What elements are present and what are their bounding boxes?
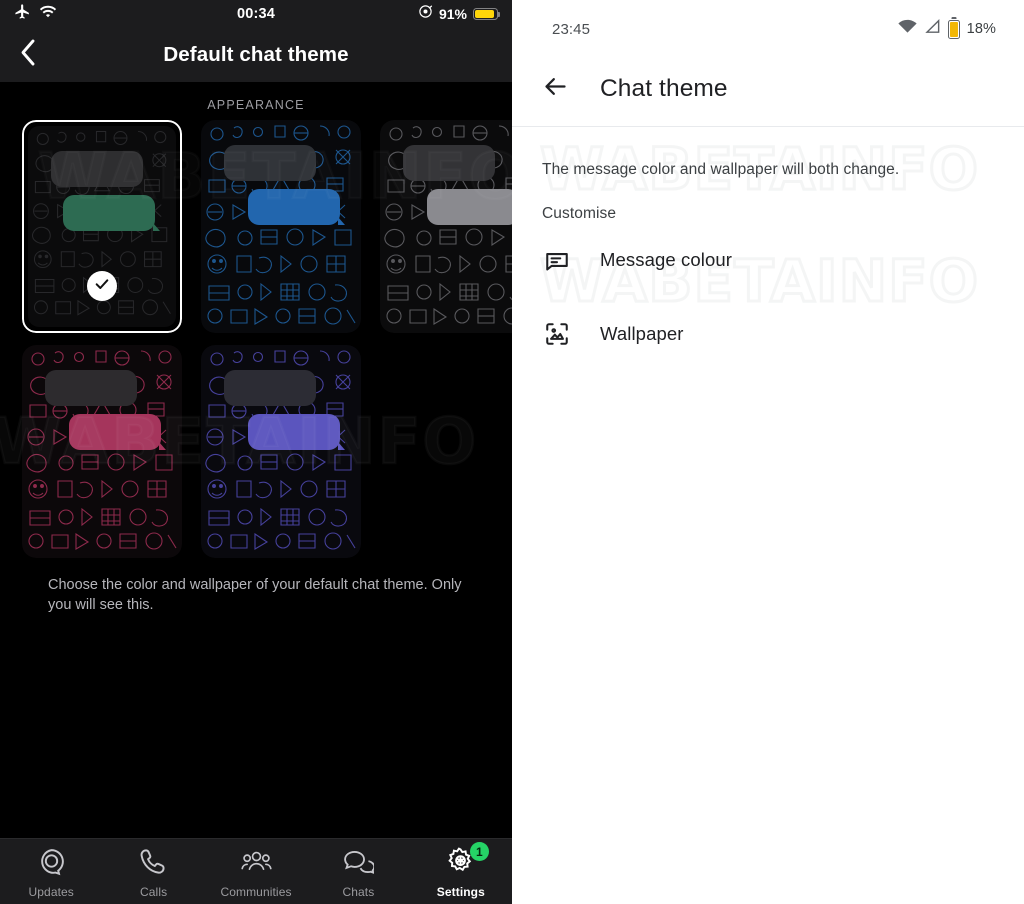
android-clock: 23:45 (552, 21, 590, 38)
theme-card-purple[interactable] (201, 345, 361, 558)
outgoing-bubble (427, 189, 512, 225)
arrow-left-icon (542, 73, 569, 105)
android-status-bar: 23:45 18% (512, 0, 1024, 58)
wallpaper-icon (542, 319, 572, 349)
phone-icon (138, 846, 169, 882)
communities-icon (240, 846, 273, 882)
incoming-bubble (51, 151, 143, 187)
theme-card-crimson[interactable] (22, 345, 182, 558)
tab-settings[interactable]: Settings 1 (410, 846, 512, 899)
incoming-bubble (403, 145, 495, 181)
android-app-bar: Chat theme (512, 58, 1024, 120)
theme-preview-bubbles (380, 120, 512, 333)
row-label: Wallpaper (600, 323, 684, 345)
theme-preview-bubbles (201, 120, 361, 333)
appearance-section-label: APPEARANCE (0, 82, 512, 122)
customise-section-title: Customise (512, 179, 1024, 223)
status-bar-right: 91% (418, 4, 498, 24)
theme-card-blue[interactable] (201, 120, 361, 333)
tab-label: Updates (29, 885, 74, 899)
android-battery-percent: 18% (967, 21, 996, 37)
tab-calls[interactable]: Calls (102, 846, 204, 899)
status-bar-left (14, 3, 57, 25)
cellular-signal-icon (924, 19, 941, 39)
chats-icon (342, 846, 374, 882)
tab-updates[interactable]: Updates (0, 846, 102, 899)
page-title: Chat theme (600, 75, 728, 103)
wifi-icon (898, 19, 917, 39)
selected-check-badge (87, 271, 117, 301)
wifi-icon (39, 5, 57, 24)
theme-preview-bubbles (201, 345, 361, 558)
theme-card-default-green[interactable] (22, 120, 182, 333)
row-wallpaper[interactable]: Wallpaper (512, 297, 1024, 371)
dual-phone-screenshot: 00:34 91% Default chat theme WABETAINFO … (0, 0, 1024, 904)
page-title: Default chat theme (0, 43, 512, 67)
ios-phone-panel: 00:34 91% Default chat theme WABETAINFO … (0, 0, 512, 904)
android-phone-panel: 23:45 18% Chat theme WABETAINFO (512, 0, 1024, 904)
tab-label: Settings (437, 885, 485, 899)
outgoing-bubble (63, 195, 155, 231)
ios-status-bar: 00:34 91% (0, 0, 512, 28)
battery-icon (473, 8, 498, 20)
ios-tab-bar: Updates Calls Communities Chats (0, 838, 512, 904)
theme-footnote: Choose the color and wallpaper of your d… (0, 558, 512, 615)
settings-badge: 1 (470, 842, 489, 861)
tab-label: Calls (140, 885, 167, 899)
row-label: Message colour (600, 249, 732, 271)
message-colour-icon (542, 245, 572, 275)
ios-nav-bar: Default chat theme (0, 28, 512, 82)
outgoing-bubble (248, 189, 340, 225)
tab-chats[interactable]: Chats (307, 846, 409, 899)
check-icon (94, 276, 110, 297)
incoming-bubble (224, 370, 316, 406)
back-button[interactable] (540, 74, 570, 104)
theme-preview-bubbles (22, 345, 182, 558)
incoming-bubble (45, 370, 137, 406)
updates-icon (36, 846, 67, 882)
outgoing-bubble (248, 414, 340, 450)
status-bar-right: 18% (898, 19, 996, 39)
theme-card-grey[interactable] (380, 120, 512, 333)
row-message-colour[interactable]: Message colour (512, 223, 1024, 297)
tab-communities[interactable]: Communities (205, 846, 307, 899)
ios-battery-percent: 91% (439, 6, 467, 22)
airplane-mode-icon (14, 3, 31, 25)
tab-label: Communities (220, 885, 291, 899)
theme-grid (0, 120, 512, 558)
outgoing-bubble (69, 414, 161, 450)
tab-label: Chats (342, 885, 374, 899)
theme-description: The message color and wallpaper will bot… (512, 127, 1024, 179)
focus-mode-icon (418, 4, 433, 24)
incoming-bubble (224, 145, 316, 181)
battery-icon (948, 20, 960, 39)
